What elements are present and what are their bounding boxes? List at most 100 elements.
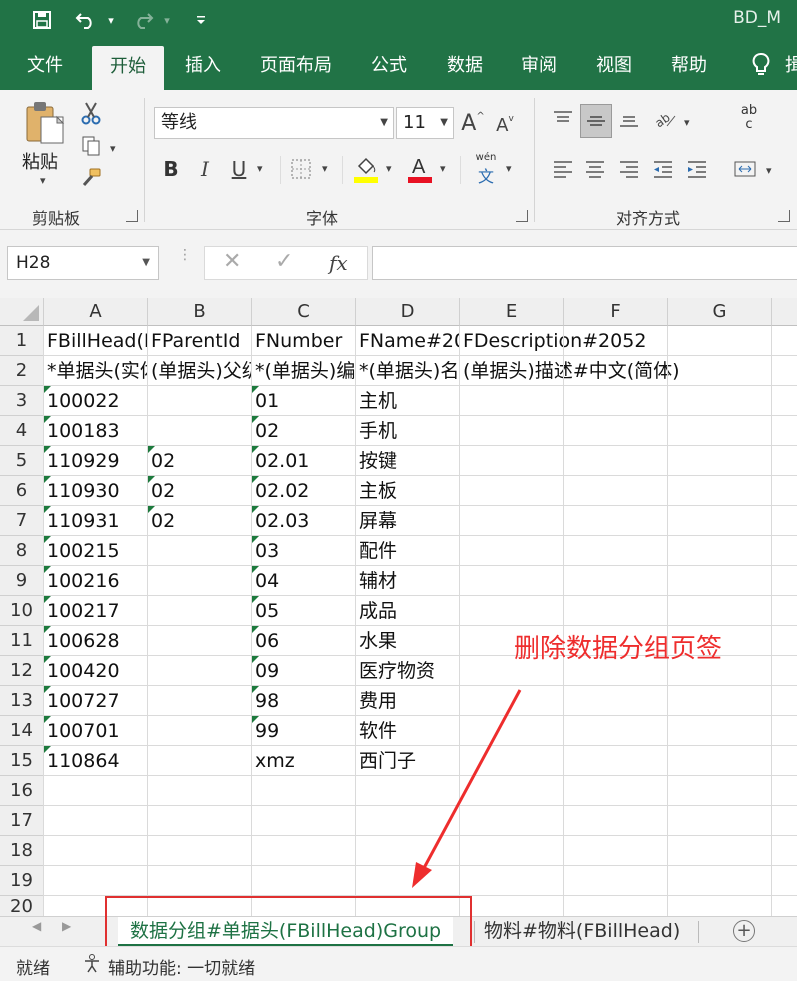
- bold-button[interactable]: B: [158, 154, 184, 184]
- cell-d4[interactable]: 手机: [356, 416, 668, 446]
- number-as-text-indicator[interactable]: [44, 596, 51, 603]
- row-header-6[interactable]: 6: [0, 476, 44, 506]
- number-as-text-indicator[interactable]: [252, 566, 259, 573]
- copy-icon[interactable]: [78, 134, 104, 158]
- cell-d6[interactable]: 主板: [356, 476, 668, 506]
- add-sheet-icon[interactable]: +: [733, 920, 755, 942]
- number-as-text-indicator[interactable]: [44, 686, 51, 693]
- tab-review[interactable]: 审阅: [508, 40, 570, 90]
- phonetic-guide-icon[interactable]: wén 文: [472, 152, 500, 187]
- formula-input[interactable]: [372, 246, 797, 280]
- column-header-a[interactable]: A: [44, 298, 148, 326]
- number-as-text-indicator[interactable]: [44, 566, 51, 573]
- row-header-8[interactable]: 8: [0, 536, 44, 566]
- cell-b6[interactable]: 02: [148, 476, 251, 506]
- number-as-text-indicator[interactable]: [252, 536, 259, 543]
- number-as-text-indicator[interactable]: [44, 716, 51, 723]
- number-as-text-indicator[interactable]: [252, 656, 259, 663]
- align-center-icon[interactable]: [580, 154, 610, 184]
- underline-button[interactable]: U: [226, 154, 252, 184]
- borders-icon[interactable]: [288, 156, 314, 182]
- number-as-text-indicator[interactable]: [44, 656, 51, 663]
- sheet-tab-material[interactable]: 物料#物料(FBillHead): [472, 917, 692, 947]
- number-as-text-indicator[interactable]: [148, 446, 155, 453]
- cell-d3[interactable]: 主机: [356, 386, 668, 416]
- column-header-g[interactable]: G: [668, 298, 772, 326]
- paste-button[interactable]: 粘贴: [22, 148, 58, 174]
- cell-c1[interactable]: FNumber: [252, 326, 355, 356]
- cell-a6[interactable]: 110930: [44, 476, 147, 506]
- cell-c2[interactable]: *(单据头)编码: [252, 356, 355, 386]
- format-painter-icon[interactable]: [78, 166, 104, 190]
- tab-file[interactable]: 文件: [10, 40, 80, 90]
- customize-icon[interactable]: [192, 6, 210, 34]
- row-header-13[interactable]: 13: [0, 686, 44, 716]
- row-header-15[interactable]: 15: [0, 746, 44, 776]
- font-size-dropdown-icon[interactable]: ▼: [440, 108, 448, 138]
- number-as-text-indicator[interactable]: [44, 386, 51, 393]
- cell-c4[interactable]: 02: [252, 416, 355, 446]
- worksheet-grid[interactable]: A B C D E F G 1FBillHead(FBillHead)FPare…: [0, 298, 797, 916]
- font-size-combo[interactable]: 11 ▼: [396, 107, 454, 139]
- paste-dropdown-icon[interactable]: ▾: [40, 174, 46, 187]
- cell-d13[interactable]: 费用: [356, 686, 668, 716]
- row-header-7[interactable]: 7: [0, 506, 44, 536]
- formula-bar-grip[interactable]: ⋮: [178, 248, 192, 274]
- decrease-indent-icon[interactable]: [648, 154, 678, 184]
- cell-d10[interactable]: 成品: [356, 596, 668, 626]
- undo-icon[interactable]: [70, 6, 102, 34]
- number-as-text-indicator[interactable]: [252, 626, 259, 633]
- increase-font-size-icon[interactable]: A ^: [460, 108, 486, 138]
- tab-page-layout[interactable]: 页面布局: [250, 40, 342, 90]
- number-as-text-indicator[interactable]: [252, 446, 259, 453]
- italic-button[interactable]: I: [192, 154, 218, 184]
- number-as-text-indicator[interactable]: [252, 476, 259, 483]
- tab-overflow-partial[interactable]: 揖: [784, 40, 797, 90]
- tab-help[interactable]: 帮助: [658, 40, 720, 90]
- cell-d7[interactable]: 屏幕: [356, 506, 668, 536]
- cell-d5[interactable]: 按键: [356, 446, 668, 476]
- number-as-text-indicator[interactable]: [44, 476, 51, 483]
- row-header-19[interactable]: 19: [0, 866, 44, 896]
- number-as-text-indicator[interactable]: [44, 746, 51, 753]
- tab-data[interactable]: 数据: [434, 40, 496, 90]
- cell-c11[interactable]: 06: [252, 626, 355, 656]
- tab-formulas[interactable]: 公式: [358, 40, 420, 90]
- font-launcher-icon[interactable]: [516, 210, 528, 222]
- cut-icon[interactable]: [78, 100, 104, 126]
- row-header-18[interactable]: 18: [0, 836, 44, 866]
- fill-color-dropdown-icon[interactable]: ▾: [386, 162, 392, 175]
- cell-c3[interactable]: 01: [252, 386, 355, 416]
- number-as-text-indicator[interactable]: [44, 506, 51, 513]
- row-header-4[interactable]: 4: [0, 416, 44, 446]
- cell-a7[interactable]: 110931: [44, 506, 147, 536]
- cell-b5[interactable]: 02: [148, 446, 251, 476]
- select-all-corner[interactable]: [0, 298, 44, 326]
- number-as-text-indicator[interactable]: [252, 416, 259, 423]
- bottom-align-icon[interactable]: [614, 104, 644, 134]
- clipboard-launcher-icon[interactable]: [126, 210, 138, 222]
- borders-dropdown-icon[interactable]: ▾: [322, 162, 328, 175]
- phonetic-dropdown-icon[interactable]: ▾: [506, 162, 512, 175]
- cell-c5[interactable]: 02.01: [252, 446, 355, 476]
- cell-b1[interactable]: FParentId: [148, 326, 251, 356]
- top-align-icon[interactable]: [548, 104, 578, 134]
- number-as-text-indicator[interactable]: [252, 506, 259, 513]
- row-header-20[interactable]: 20: [0, 896, 44, 916]
- cell-a2[interactable]: *单据头(实体主键): [44, 356, 147, 386]
- column-header-b[interactable]: B: [148, 298, 252, 326]
- cell-b2[interactable]: (单据头)父级: [148, 356, 251, 386]
- row-header-12[interactable]: 12: [0, 656, 44, 686]
- save-icon[interactable]: [28, 6, 56, 34]
- cell-b7[interactable]: 02: [148, 506, 251, 536]
- row-header-11[interactable]: 11: [0, 626, 44, 656]
- cell-c13[interactable]: 98: [252, 686, 355, 716]
- tab-home[interactable]: 开始: [92, 46, 164, 90]
- cell-e1[interactable]: FDescription#2052: [460, 326, 772, 356]
- cell-c12[interactable]: 09: [252, 656, 355, 686]
- status-accessibility[interactable]: 辅助功能: 一切就绪: [108, 954, 255, 979]
- lightbulb-icon[interactable]: [744, 40, 778, 90]
- font-color-icon[interactable]: A: [406, 152, 434, 186]
- copy-dropdown-icon[interactable]: ▾: [110, 142, 116, 155]
- scroll-prev-sheet-icon[interactable]: ◀: [32, 919, 41, 933]
